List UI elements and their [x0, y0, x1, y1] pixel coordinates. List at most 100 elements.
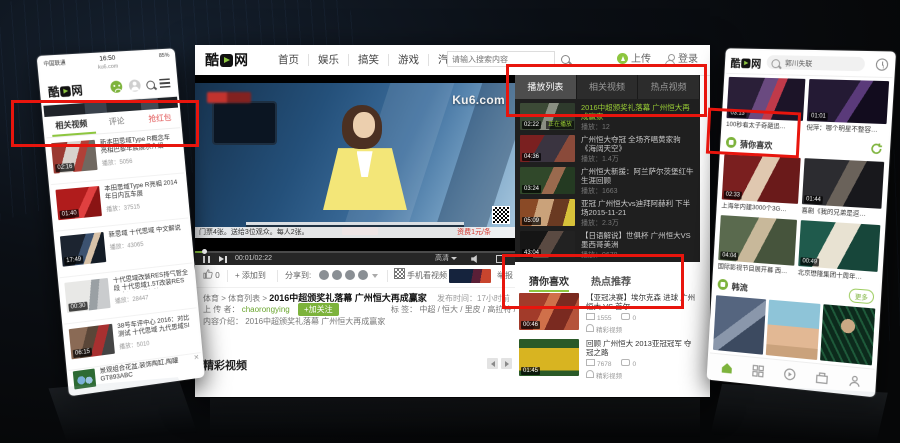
video-thumbnail: 06:15 [69, 324, 115, 360]
video-thumbnail: 04:36 [520, 135, 575, 162]
playlist-item[interactable]: 05:09 亚冠 广州恒大vs迪拜阿赫利 下半场2015-11-21播放：2.3… [515, 198, 700, 229]
inline-ad-banner[interactable] [449, 269, 491, 283]
category-label[interactable]: 精彩视频 [596, 373, 622, 380]
video-thumbnail: 01:40 [55, 186, 102, 220]
recommend-item[interactable]: 01:45 回顾 广州恒大 2013亚冠冠军 夺冠之路 76780 精彩视频 [519, 339, 697, 379]
menu-icon[interactable] [159, 78, 170, 88]
play-circle-icon[interactable] [783, 367, 797, 382]
quality-selector[interactable]: 高清 [435, 253, 457, 265]
share-more-icon[interactable] [372, 274, 378, 278]
views-icon [586, 359, 595, 366]
highlight-box-recommend-tabs [502, 254, 684, 309]
like-button[interactable]: 0 [203, 265, 220, 287]
video-frame: Ku6.com 门票4张。送给3位观众。每人2张。资费1元/条 [195, 83, 515, 238]
video-thumbnail: 05:09 [520, 199, 575, 226]
stage: 酷网 首页娱乐搞笑游戏汽车全部频道 上传 登录 [0, 0, 900, 443]
nav-games[interactable]: 游戏 [389, 54, 429, 66]
close-icon[interactable]: ✕ [193, 353, 199, 362]
video-player[interactable]: Ku6.com 门票4张。送给3位观众。每人2张。资费1元/条 [195, 75, 515, 251]
follow-button[interactable]: +加关注 [298, 303, 339, 316]
video-thumbnail[interactable] [713, 295, 766, 355]
tags-label: 标 签： [391, 305, 417, 314]
nav-funny[interactable]: 搞笑 [349, 54, 389, 66]
carousel-prev-icon[interactable] [487, 358, 498, 369]
share-icon-2[interactable] [332, 270, 342, 280]
stats-row: 15550 [586, 313, 696, 322]
video-thumbnail[interactable]: 02:33 [722, 154, 801, 204]
description-text: 2016中超颁奖礼落幕 广州恒大再成赢家 [245, 317, 385, 326]
avatar-icon[interactable] [128, 79, 141, 92]
breadcrumb-path[interactable]: 体育 > 体育列表 > [203, 294, 267, 303]
volume-icon[interactable] [471, 255, 481, 263]
next-icon[interactable] [219, 256, 228, 263]
video-thumbnail[interactable] [820, 304, 875, 365]
video-thumbnail[interactable]: 01:01 [807, 79, 889, 124]
emoji-face-icon[interactable] [110, 80, 123, 93]
share-icon-4[interactable] [358, 270, 368, 280]
video-caption[interactable]: 喜剧《我的兄弟是逗… [801, 207, 881, 221]
video-thumbnail[interactable]: 04:04 [718, 215, 797, 266]
description-row: 内容介绍： 2016中超颁奖礼落幕 广州恒大再成赢家 [203, 316, 385, 327]
categories-grid-icon[interactable] [751, 364, 765, 379]
duration-badge: 01:44 [804, 195, 823, 204]
now-playing-badge: 正在播放 [546, 121, 574, 129]
studio-screen [214, 103, 275, 143]
add-to-button[interactable]: + 添加到 [235, 265, 266, 287]
playlist-item[interactable]: 04:36 广州恒大夺冠 全场齐唱黄家驹《海阔天空》播放：1.4万 [515, 134, 700, 165]
logo-text-left: 酷 [730, 55, 741, 70]
desktop-reflection [210, 398, 700, 438]
duration-badge: 17:49 [64, 255, 84, 265]
logo-text-left: 酷 [205, 50, 219, 70]
phone-header: 酷网 [726, 50, 894, 78]
logo-text-right: 网 [751, 56, 762, 71]
play-triangle-icon [60, 85, 71, 96]
duration-badge: 03:24 [522, 185, 541, 193]
duration-badge: 01:40 [59, 209, 79, 219]
history-clock-icon[interactable] [876, 58, 889, 71]
play-triangle-icon [741, 58, 751, 68]
video-thumbnail[interactable]: 00:49 [798, 220, 880, 272]
ku6-logo[interactable]: 酷网 [205, 50, 248, 70]
share-label: 分享到: [285, 265, 311, 287]
chevron-down-icon [451, 257, 457, 260]
video-thumbnail[interactable] [766, 300, 821, 360]
search-input[interactable] [783, 55, 865, 73]
video-caption[interactable]: 上海年内建3000个3G… [721, 202, 798, 216]
share-icon-3[interactable] [345, 270, 355, 280]
upload-icon [617, 53, 628, 64]
share-icon-1[interactable] [319, 270, 329, 280]
home-icon[interactable] [720, 360, 734, 375]
refresh-icon[interactable] [869, 142, 883, 156]
profile-icon[interactable] [847, 373, 862, 389]
video-thumbnail: 00:30 [64, 278, 110, 313]
nav-home[interactable]: 首页 [269, 54, 309, 66]
logo-text-right: 网 [71, 82, 84, 99]
search-icon[interactable] [146, 80, 155, 89]
hanliu-icon [717, 279, 728, 291]
nav-entertainment[interactable]: 娱乐 [309, 54, 349, 66]
video-caption[interactable]: 倪萍：哪个明星不整容… [806, 124, 886, 136]
playlist-item[interactable]: 03:24 广州恒大新援：阿兰萨尔茨堡红牛生涯回顾播放：1663 [515, 166, 700, 197]
video-title: 广州恒大新援：阿兰萨尔茨堡红牛生涯回顾 [581, 167, 695, 185]
video-thumbnail[interactable]: 01:44 [802, 158, 884, 209]
pause-icon[interactable] [203, 256, 210, 263]
highlight-box-phone-tabs [11, 100, 199, 147]
channel-badge [207, 92, 251, 103]
ku6-logo[interactable]: 酷网 [47, 82, 83, 100]
progress-knob[interactable] [202, 249, 207, 254]
battery-level: 85% [159, 53, 170, 60]
video-caption[interactable]: 北京懋隆集团十周年… [797, 269, 877, 284]
category-label[interactable]: 精彩视频 [596, 327, 622, 334]
search-icon[interactable] [561, 55, 570, 64]
duration-badge: 00:30 [68, 302, 88, 312]
video-caption[interactable]: 国际影视节目展开幕 西… [718, 263, 795, 278]
more-button[interactable]: 更多 [848, 288, 874, 304]
duration-badge: 00:46 [521, 321, 540, 329]
duration-badge: 02:22 [522, 121, 541, 129]
carousel-next-icon[interactable] [501, 358, 512, 369]
ku6-logo[interactable]: 酷网 [730, 55, 761, 71]
mobile-watch-link[interactable]: 手机看视频 [394, 265, 447, 287]
uploader-name[interactable]: chaorongying [242, 305, 290, 314]
search-bar[interactable] [766, 55, 865, 71]
downloads-box-icon[interactable] [815, 370, 830, 385]
